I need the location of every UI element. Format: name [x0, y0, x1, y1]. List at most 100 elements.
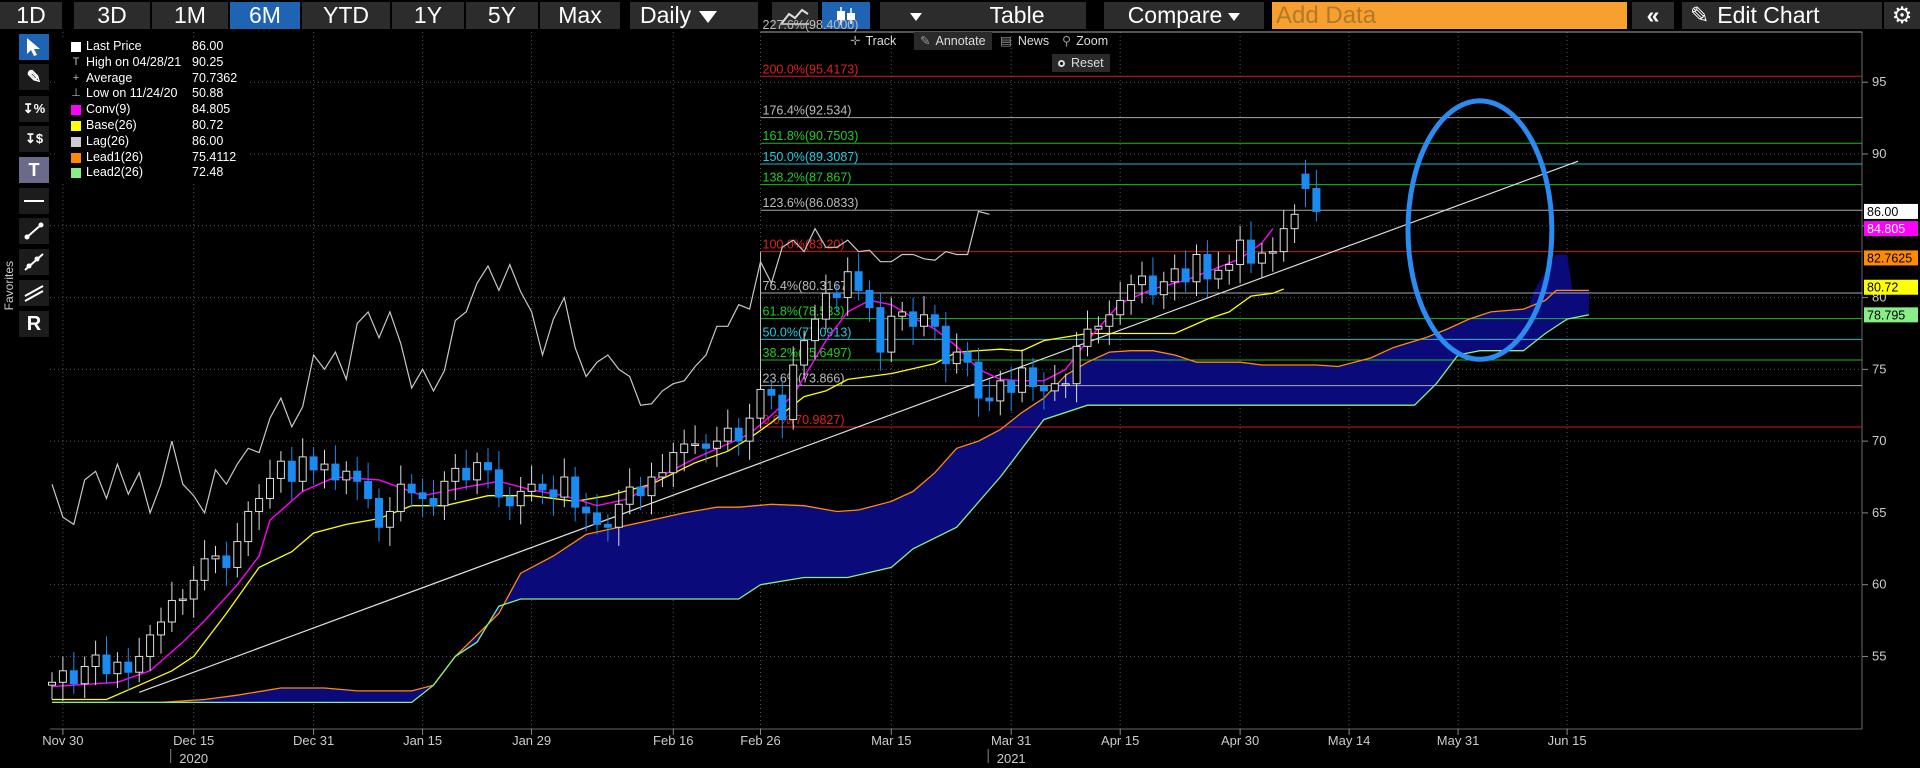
legend-item[interactable]: Lead1(26) 75.4112 — [57, 150, 247, 166]
candle — [745, 403, 754, 460]
legend-item[interactable]: + Average 70.7362 — [57, 71, 247, 87]
candle — [571, 466, 580, 522]
candle-body-down — [985, 397, 994, 402]
candle-body-up — [1072, 345, 1081, 385]
candle-body-up — [342, 470, 351, 481]
pencil-icon: ✎ — [920, 34, 931, 48]
candle — [1083, 310, 1092, 357]
candle-body-up — [952, 351, 961, 365]
candle — [157, 607, 165, 654]
y-tick-label: 65 — [1872, 505, 1886, 520]
candle-body-down — [407, 483, 416, 494]
legend-swatch — [71, 120, 81, 131]
legend-symbol-icon: + — [72, 71, 80, 84]
candle-body-up — [898, 311, 907, 317]
candle-body-up — [1290, 213, 1299, 230]
candle-body-down — [287, 460, 296, 482]
candle-body-up — [625, 486, 634, 505]
candle — [189, 566, 198, 618]
candle-body-up — [1225, 264, 1234, 271]
candle — [898, 301, 907, 331]
candle-body-down — [1247, 239, 1255, 264]
candle-body-up — [843, 271, 852, 299]
candle-body-down — [1007, 380, 1016, 393]
candle-body-down — [963, 351, 972, 363]
candle — [353, 456, 362, 500]
candle-body-down — [1181, 268, 1190, 283]
candle-body-down — [734, 427, 743, 442]
price-chart[interactable]: 556065707580859095Nov 30Dec 15Dec 31Jan … — [0, 0, 1920, 768]
annotate-button[interactable]: ✎ Annotate — [914, 32, 992, 50]
legend-label: Last Price — [86, 39, 142, 53]
candle-body-up — [91, 654, 100, 667]
candle — [309, 446, 318, 485]
candle — [1105, 300, 1114, 345]
reset-icon — [1058, 60, 1065, 68]
candle-body-down — [494, 469, 503, 498]
candle-body-up — [1127, 284, 1136, 301]
price-label-text: 84.805 — [1867, 222, 1905, 236]
legend-value: 84.805 — [192, 102, 231, 117]
candle — [505, 487, 514, 521]
candle-body-down — [364, 480, 373, 500]
y-tick-label: 90 — [1872, 146, 1886, 161]
candle — [342, 461, 351, 495]
track-button[interactable]: ✛ Track — [850, 32, 896, 50]
candle-body-up — [233, 541, 242, 568]
candle — [1181, 250, 1190, 292]
legend-item[interactable]: Conv(9) 84.805 — [57, 102, 247, 118]
candle-body-up — [920, 314, 928, 327]
candle-body-up — [887, 315, 896, 353]
legend-item[interactable]: T High on 04/28/21 90.25 — [57, 55, 247, 71]
candle-body-up — [811, 318, 819, 342]
legend-item[interactable]: Lag(26) 86.00 — [57, 134, 247, 150]
candle — [647, 462, 656, 515]
price-label-text: 82.7625 — [1867, 251, 1912, 265]
candle — [276, 451, 285, 493]
candle — [876, 293, 885, 371]
candle-body-down — [375, 498, 383, 528]
legend-item[interactable]: Base(26) 80.72 — [57, 118, 247, 134]
candle — [494, 451, 503, 508]
candle — [549, 475, 558, 516]
legend-value: 80.72 — [192, 117, 224, 132]
fib-level-label: 227.6%(98.4000) — [763, 18, 859, 32]
candle-body-up — [1192, 254, 1201, 283]
candle — [636, 477, 645, 511]
legend-label: Average — [86, 70, 133, 85]
news-button[interactable]: ▤ News — [1000, 32, 1049, 50]
track-label: Track — [865, 34, 897, 48]
zoom-label: Zoom — [1076, 34, 1109, 48]
candle — [974, 347, 983, 417]
candle-body-up — [658, 472, 667, 478]
legend-item[interactable]: Lead2(26) 72.48 — [57, 165, 247, 181]
candle — [102, 636, 111, 684]
candle — [473, 452, 482, 495]
candle-body-down — [636, 486, 645, 497]
legend-item[interactable]: ⊥ Low on 11/24/20 50.88 — [57, 86, 247, 102]
candle-body-up — [712, 440, 721, 449]
candle — [1018, 349, 1027, 403]
reset-button[interactable]: Reset — [1052, 54, 1110, 72]
zoom-button[interactable]: ⚲ Zoom — [1062, 32, 1108, 50]
x-tick-label: Dec 31 — [293, 733, 334, 748]
legend-swatch — [71, 152, 81, 163]
candle — [1127, 274, 1136, 315]
candle-body-down — [767, 388, 776, 396]
candle — [364, 462, 373, 509]
candle — [1007, 366, 1016, 411]
x-tick-label: Apr 15 — [1101, 733, 1139, 748]
candle — [658, 454, 667, 488]
candle — [920, 296, 928, 337]
candle-body-down — [1029, 367, 1037, 388]
x-tick-label: Jan 15 — [403, 733, 442, 748]
candle-body-up — [167, 599, 176, 623]
price-label-text: 78.795 — [1867, 308, 1905, 322]
candle — [385, 497, 394, 546]
candle — [298, 438, 307, 492]
candle — [1192, 244, 1201, 297]
fib-level-label: 138.2%(87.867) — [763, 171, 852, 185]
candle — [996, 370, 1005, 416]
legend-item[interactable]: Last Price 86.00 — [57, 39, 247, 55]
legend-value: 70.7362 — [192, 70, 238, 85]
